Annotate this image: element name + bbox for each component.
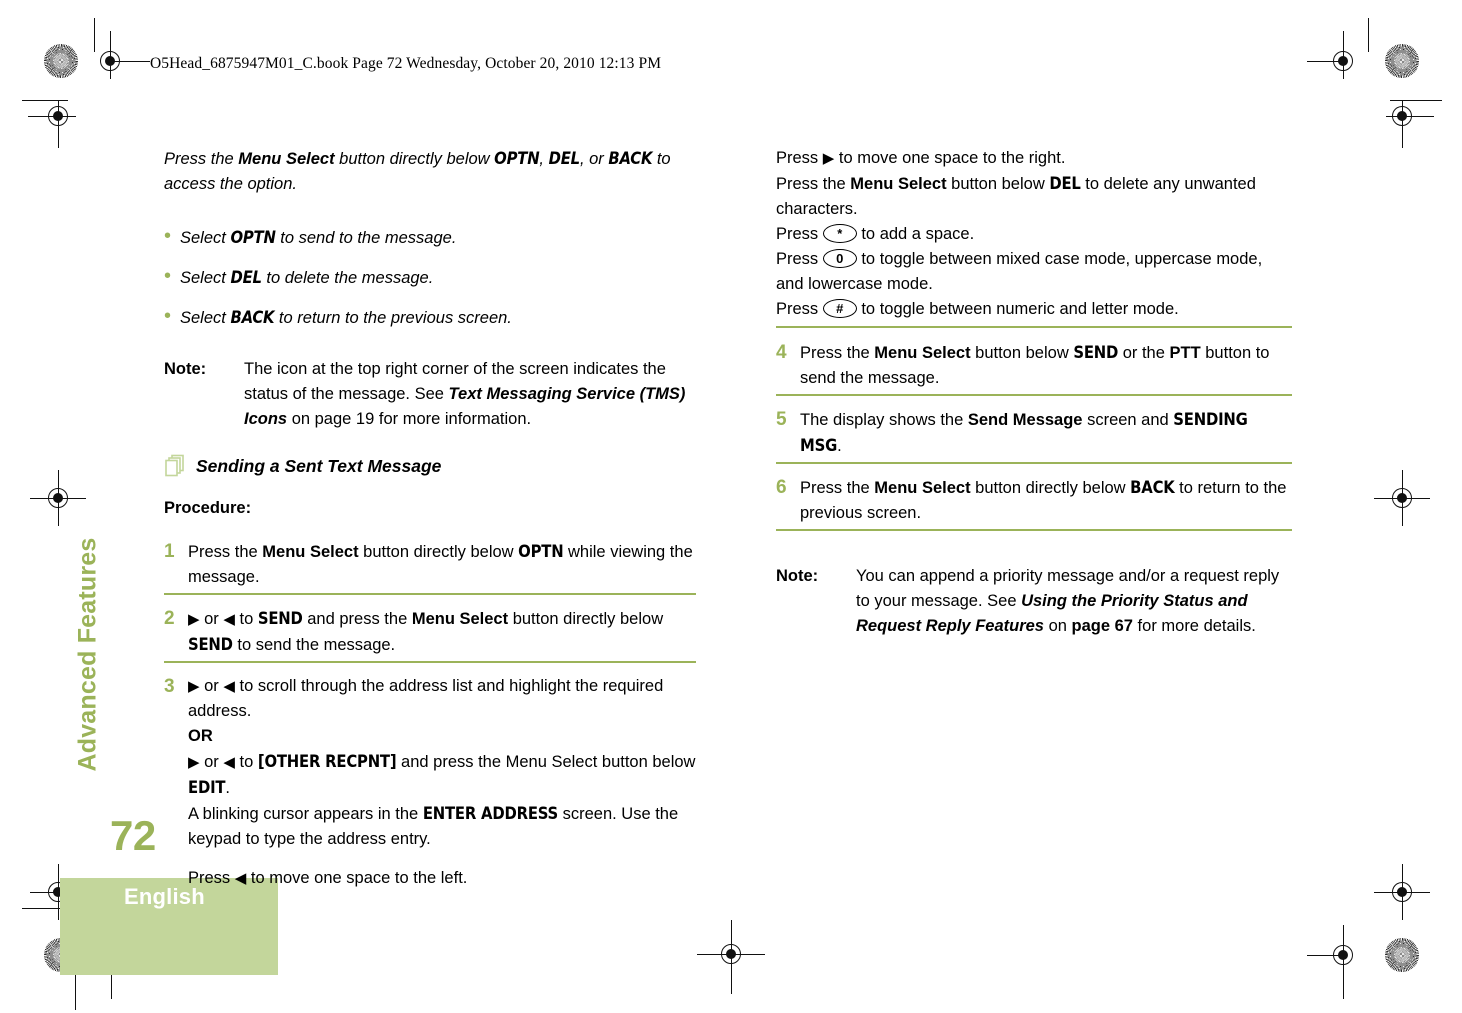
step-3: 3 ▶ or ◀ to scroll through the address l…: [164, 674, 696, 894]
procedure-label: Procedure:: [164, 499, 252, 517]
chapter-title-vertical: Advanced Features: [73, 537, 102, 772]
step-number: 4: [776, 342, 787, 363]
trim-line-right-upper-h: [1390, 100, 1442, 101]
arrow-left-icon: ◀: [234, 870, 247, 887]
page-number: 72: [110, 812, 156, 859]
section-title: Sending a Sent Text Message: [196, 455, 442, 476]
step-3-or: OR: [188, 727, 213, 745]
continued-line-2: Press the Menu Select button below DEL t…: [776, 174, 1256, 218]
arrow-left-icon: ◀: [223, 678, 235, 695]
step-2: 2 ▶ or ◀ to SEND and press the Menu Sele…: [164, 606, 696, 663]
arrow-left-icon: ◀: [223, 754, 235, 771]
step-number: 1: [164, 541, 175, 562]
bullet-marker: •: [164, 225, 172, 247]
print-rosette-bottom-right: [1385, 938, 1419, 972]
step-5: 5 The display shows the Send Message scr…: [776, 407, 1292, 464]
arrow-left-icon: ◀: [223, 611, 235, 628]
note-text: You can append a priority message and/or…: [856, 567, 1280, 635]
step-3-line-d: Press ◀ to move one space to the left.: [188, 869, 468, 887]
continued-line-1: Press ▶ to move one space to the right.: [776, 149, 1066, 167]
registration-mark-top-left-inner: [94, 31, 150, 79]
arrow-right-icon: ▶: [188, 611, 200, 628]
note-label: Note:: [164, 360, 207, 378]
bullet-marker: •: [164, 305, 172, 327]
step-3-continued: Press ▶ to move one space to the right. …: [776, 146, 1292, 328]
continued-line-3: Press * to add a space.: [776, 224, 975, 243]
book-header-slug: O5Head_6875947M01_C.book Page 72 Wednesd…: [150, 55, 662, 72]
registration-mark-left-middle: [30, 470, 86, 526]
trim-line-left-upper-h: [22, 100, 68, 101]
step-text: ▶ or ◀ to SEND and press the Menu Select…: [188, 609, 664, 654]
step-text: The display shows the Send Message scree…: [800, 410, 1248, 455]
note-label: Note:: [776, 567, 819, 585]
bullet-text: Select OPTN to send to the message.: [180, 228, 457, 247]
arrow-right-icon: ▶: [188, 754, 200, 771]
registration-mark-right-upper: [1386, 100, 1434, 148]
trim-line-top-right-v: [1368, 18, 1369, 52]
arrow-right-icon: ▶: [188, 678, 200, 695]
stacked-pages-icon: [164, 454, 186, 478]
trim-line-top-left-v: [94, 18, 95, 52]
intro-paragraph: Press the Menu Select button directly be…: [164, 149, 671, 193]
keypad-hash-key: #: [822, 299, 857, 318]
step-number: 5: [776, 409, 787, 430]
registration-mark-right-middle: [1374, 470, 1430, 526]
step-number: 6: [776, 477, 787, 498]
note-block: Note: The icon at the top right corner o…: [164, 357, 696, 432]
step-text: Press the Menu Select button below SEND …: [800, 343, 1270, 387]
bullet-marker: •: [164, 265, 172, 287]
continued-line-5: Press # to toggle between numeric and le…: [776, 299, 1179, 318]
step-3-line-c: A blinking cursor appears in the ENTER A…: [188, 804, 679, 848]
left-text-column: Press the Menu Select button directly be…: [164, 146, 696, 905]
registration-mark-bottom-right-inner: [1307, 925, 1361, 999]
registration-mark-top-right-inner: [1307, 31, 1361, 79]
registration-mark-left-upper: [28, 100, 76, 148]
step-number: 2: [164, 608, 175, 629]
note-block: Note: You can append a priority message …: [776, 564, 1292, 639]
step-text: Press the Menu Select button directly be…: [800, 478, 1287, 522]
step-4: 4 Press the Menu Select button below SEN…: [776, 340, 1292, 396]
document-page: O5Head_6875947M01_C.book Page 72 Wednesd…: [0, 0, 1462, 1013]
step-1: 1 Press the Menu Select button directly …: [164, 539, 696, 595]
step-text: Press the Menu Select button directly be…: [188, 542, 693, 586]
arrow-right-icon: ▶: [822, 150, 835, 167]
note-text: The icon at the top right corner of the …: [244, 360, 686, 428]
bullet-text: Select DEL to delete the message.: [180, 268, 434, 287]
print-rosette-top-left: [44, 44, 78, 78]
bullet-item: • Select BACK to return to the previous …: [164, 305, 696, 331]
step-3-line-a: ▶ or ◀ to scroll through the address lis…: [188, 677, 664, 720]
step-number: 3: [164, 676, 175, 697]
step-3-line-b: ▶ or ◀ to [OTHER RECPNT] and press the M…: [188, 752, 696, 797]
section-heading: Sending a Sent Text Message: [164, 454, 696, 478]
bullet-text: Select BACK to return to the previous sc…: [180, 308, 512, 327]
bullet-item: • Select OPTN to send to the message.: [164, 225, 696, 251]
bullet-item: • Select DEL to delete the message.: [164, 265, 696, 291]
step-6: 6 Press the Menu Select button directly …: [776, 475, 1292, 531]
right-text-column: Press ▶ to move one space to the right. …: [776, 146, 1292, 639]
step-3-continued-text: Press ▶ to move one space to the right. …: [776, 146, 1292, 322]
registration-mark-bottom-center: [697, 920, 765, 994]
continued-line-4: Press 0 to toggle between mixed case mod…: [776, 249, 1263, 293]
keypad-star-key: *: [822, 224, 857, 243]
step-text: ▶ or ◀ to scroll through the address lis…: [188, 674, 696, 891]
keypad-zero-key: 0: [822, 249, 857, 268]
registration-mark-right-lower: [1374, 864, 1430, 920]
print-rosette-top-right: [1385, 44, 1419, 78]
